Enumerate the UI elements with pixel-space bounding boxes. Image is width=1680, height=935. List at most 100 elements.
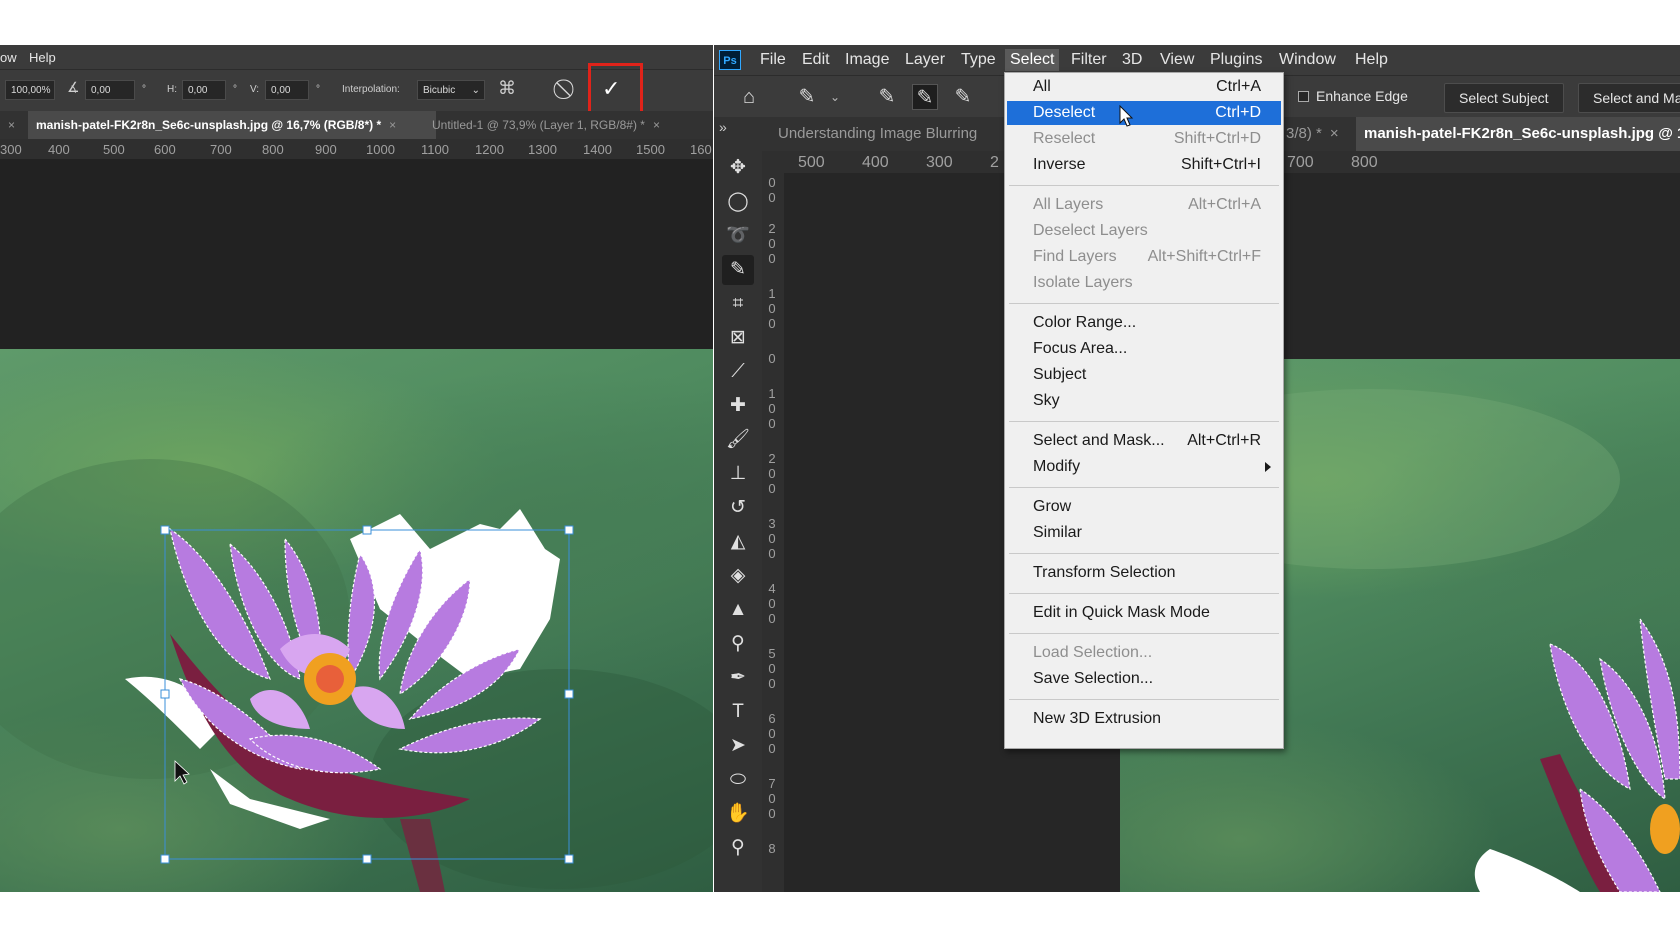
ruler-tick-digit: 5 [768, 646, 776, 661]
leading-tab-close-icon[interactable]: × [0, 111, 23, 139]
rotate-angle-field[interactable]: 0,00 [85, 80, 135, 100]
menu-item-all[interactable]: All Ctrl+A [1007, 75, 1281, 99]
menu-item-color-range[interactable]: Color Range... [1007, 311, 1281, 335]
quick-selection-tool-icon[interactable]: ✎ [722, 255, 754, 285]
menu-item-sky[interactable]: Sky [1007, 389, 1281, 413]
menu-item-shortcut: Alt+Ctrl+R [1187, 432, 1261, 449]
ruler-tick-label: 700 [1287, 154, 1314, 171]
ruler-tick-label: 700 [210, 142, 232, 157]
ruler-tick-digit: 1 [768, 286, 776, 301]
frame-tool-icon[interactable]: ⊠ [722, 323, 754, 353]
scale-width-field[interactable]: 100,00% [5, 80, 55, 100]
collapse-panel-icon[interactable]: » [719, 119, 727, 135]
chevron-down-icon[interactable]: ⌄ [830, 90, 840, 104]
paint-bucket-tool-icon[interactable]: ◈ [722, 561, 754, 591]
type-tool-icon[interactable]: T [722, 697, 754, 727]
home-icon[interactable]: ⌂ [736, 84, 762, 110]
menu-item-deselect[interactable]: Deselect Ctrl+D [1007, 101, 1281, 127]
interpolation-label: Interpolation: [342, 84, 400, 95]
ruler-tick-label: 1500 [636, 142, 665, 157]
ruler-tick-label: 160 [690, 142, 712, 157]
healing-brush-tool-icon[interactable]: ✚ [722, 391, 754, 421]
menu-item-grow[interactable]: Grow [1007, 495, 1281, 519]
pen-tool-icon[interactable]: ✒ [722, 663, 754, 693]
ellipse-tool-icon[interactable]: ⬭ [722, 765, 754, 795]
eyedropper-tool-icon[interactable]: ⟋ [722, 357, 754, 387]
tool-preset-icon[interactable]: ✎ [794, 84, 820, 110]
ruler-tick-digit: 6 [768, 711, 776, 726]
warp-mode-icon[interactable]: ⌘ [498, 78, 516, 99]
tab-close-icon[interactable]: × [1330, 125, 1339, 142]
menu-item-save-selection[interactable]: Save Selection... [1007, 667, 1281, 691]
menu-item-modify[interactable]: Modify [1007, 455, 1281, 479]
new-selection-icon[interactable]: ✎ [874, 84, 900, 110]
chevron-down-icon: ⌄ [471, 85, 480, 96]
clone-stamp-tool-icon[interactable]: ⊥ [722, 459, 754, 489]
history-brush-tool-icon[interactable]: ↺ [722, 493, 754, 523]
angle-icon: ∡ [67, 79, 80, 95]
tab-close-icon[interactable]: × [653, 118, 660, 132]
left-document-tabs: × manish-patel-FK2r8n_Se6c-unsplash.jpg … [0, 111, 713, 139]
menu-item-focus-area[interactable]: Focus Area... [1007, 337, 1281, 361]
ruler-tick-label: 600 [154, 142, 176, 157]
blur-tool-icon[interactable]: ▲ [722, 595, 754, 625]
left-horizontal-ruler: 300 400 500 600 700 800 900 1000 1100 1200 1300 140… [0, 139, 713, 159]
menu-item-inverse[interactable]: Inverse Shift+Ctrl+I [1007, 153, 1281, 177]
menu-3d[interactable]: 3D [1122, 51, 1142, 69]
eraser-tool-icon[interactable]: ◭ [722, 527, 754, 557]
move-tool-icon[interactable]: ✥ [722, 153, 754, 183]
hand-tool-icon[interactable]: ✋ [722, 799, 754, 829]
tools-panel: » ✥ ◯ ➰ ✎ ⌗ ⊠ ⟋ ✚ 🖌 ⊥ ↺ ◭ ◈ ▲ ⚲ ✒ T ➤ ⬭ … [714, 117, 763, 892]
menu-item-select-and-mask[interactable]: Select and Mask... Alt+Ctrl+R [1007, 429, 1281, 453]
enhance-edge-checkbox[interactable] [1298, 91, 1309, 102]
brush-tool-icon[interactable]: 🖌 [722, 425, 754, 455]
tab-close-icon[interactable]: × [389, 118, 396, 132]
add-to-selection-icon[interactable]: ✎ [912, 84, 938, 110]
menu-help[interactable]: Help [29, 50, 56, 65]
menu-item-label: Load Selection... [1033, 644, 1153, 661]
dodge-tool-icon[interactable]: ⚲ [722, 629, 754, 659]
select-and-mask-button[interactable]: Select and Ma [1578, 83, 1680, 113]
lasso-tool-icon[interactable]: ➰ [722, 221, 754, 251]
menu-edit[interactable]: Edit [802, 51, 830, 69]
select-subject-button[interactable]: Select Subject [1444, 83, 1564, 113]
v-skew-field[interactable]: 0,00 [265, 80, 309, 100]
h-skew-field[interactable]: 0,00 [182, 80, 226, 100]
lotus-photo-canvas[interactable] [0, 349, 713, 892]
interpolation-select[interactable]: Bicubic ⌄ [417, 80, 485, 100]
crop-tool-icon[interactable]: ⌗ [722, 289, 754, 319]
ruler-tick-digit: 2 [768, 221, 776, 236]
ruler-tick-label: 1400 [583, 142, 612, 157]
menu-filter[interactable]: Filter [1071, 51, 1107, 69]
menu-image[interactable]: Image [845, 51, 889, 69]
subtract-from-selection-icon[interactable]: ✎ [950, 84, 976, 110]
ruler-tick-digit: 8 [768, 841, 776, 856]
tab-manish-patel-image[interactable]: manish-patel-FK2r8n_Se6c-unsplash.jpg @ … [28, 111, 436, 139]
menu-item-label: Deselect Layers [1033, 222, 1148, 239]
menu-layer[interactable]: Layer [905, 51, 945, 69]
menu-item-edit-in-quick-mask-mode[interactable]: Edit in Quick Mask Mode [1007, 601, 1281, 625]
h-degree-symbol: ° [233, 84, 237, 95]
path-selection-tool-icon[interactable]: ➤ [722, 731, 754, 761]
menu-select[interactable]: Select [1005, 49, 1060, 71]
menu-item-new-3d-extrusion[interactable]: New 3D Extrusion [1007, 707, 1281, 731]
menu-item-transform-selection[interactable]: Transform Selection [1007, 561, 1281, 585]
menu-item-subject[interactable]: Subject [1007, 363, 1281, 387]
menu-file[interactable]: File [760, 51, 786, 69]
tab-partial[interactable]: 3/8) * × [1278, 117, 1347, 151]
marquee-tool-icon[interactable]: ◯ [722, 187, 754, 217]
menu-item-similar[interactable]: Similar [1007, 521, 1281, 545]
menu-plugins[interactable]: Plugins [1210, 51, 1262, 69]
menu-window-partial[interactable]: ow [0, 50, 17, 65]
tab-manish-patel-image[interactable]: manish-patel-FK2r8n_Se6c-unsplash.jpg @ … [1356, 117, 1680, 151]
menu-window[interactable]: Window [1279, 51, 1336, 69]
ruler-tick-digit: 0 [768, 726, 776, 741]
menu-type[interactable]: Type [961, 51, 996, 69]
tab-untitled-1[interactable]: Untitled-1 @ 73,9% (Layer 1, RGB/8#) * × [424, 111, 668, 139]
zoom-tool-icon[interactable]: ⚲ [722, 833, 754, 863]
angle-degree-symbol: ° [142, 84, 146, 95]
tab-understanding-image-blurring[interactable]: Understanding Image Blurring [770, 117, 1011, 151]
ruler-tick-label: 300 [926, 154, 953, 171]
menu-help[interactable]: Help [1355, 51, 1388, 69]
menu-view[interactable]: View [1160, 51, 1194, 69]
